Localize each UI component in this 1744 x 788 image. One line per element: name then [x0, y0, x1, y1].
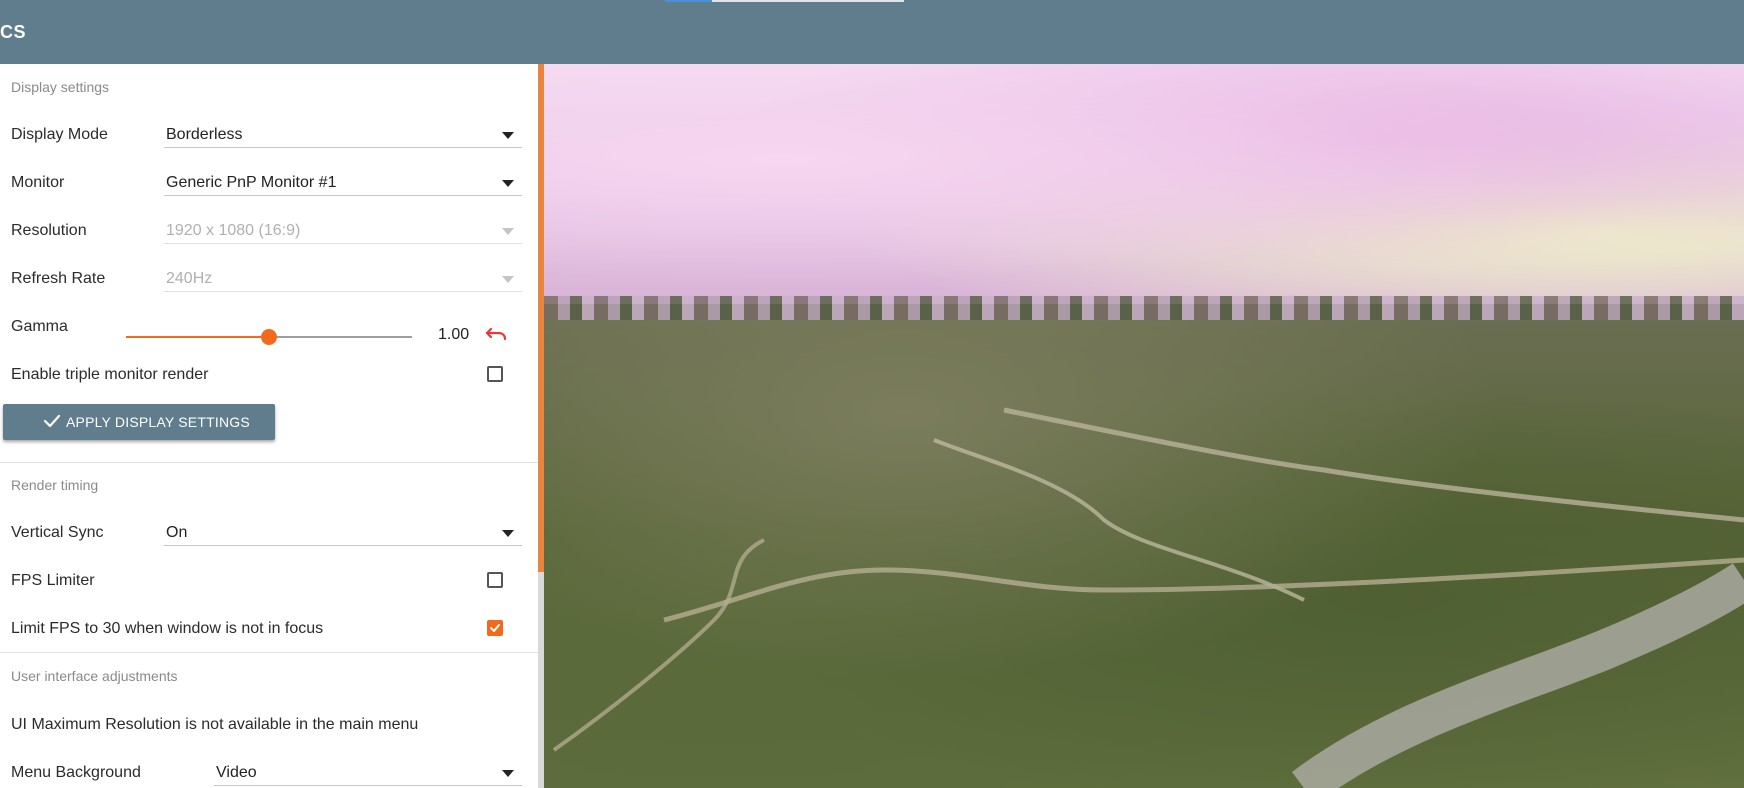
apply-display-settings-button[interactable]: APPLY DISPLAY SETTINGS: [3, 404, 275, 440]
preview-roads: [552, 407, 1744, 788]
section-divider: [0, 462, 538, 463]
apply-button-label: APPLY DISPLAY SETTINGS: [66, 414, 250, 430]
chevron-down-icon: [502, 530, 514, 537]
refresh-rate-value: 240Hz: [166, 270, 213, 287]
section-title-render-timing: Render timing: [11, 477, 99, 493]
game-preview: [544, 64, 1744, 788]
section-title-ui-adjustments: User interface adjustments: [11, 668, 178, 684]
chevron-down-icon: [502, 276, 514, 283]
monitor-select[interactable]: Generic PnP Monitor #1: [164, 170, 522, 196]
display-mode-value: Borderless: [166, 126, 243, 143]
limit-fps-unfocused-checkbox[interactable]: [487, 620, 503, 636]
vertical-sync-label: Vertical Sync: [11, 524, 104, 541]
refresh-rate-label: Refresh Rate: [11, 270, 106, 287]
display-mode-label: Display Mode: [11, 126, 108, 143]
triple-monitor-checkbox[interactable]: [487, 366, 503, 382]
ui-max-resolution-note: UI Maximum Resolution is not available i…: [11, 716, 419, 733]
resolution-value: 1920 x 1080 (16:9): [166, 222, 301, 239]
chevron-down-icon: [502, 132, 514, 139]
undo-icon[interactable]: [484, 321, 508, 345]
chevron-down-icon: [502, 180, 514, 187]
settings-panel: Display settings Display Mode Borderless…: [0, 64, 538, 788]
tab-indicator-track: [712, 0, 904, 2]
limit-fps-unfocused-label: Limit FPS to 30 when window is not in fo…: [11, 620, 324, 637]
vertical-sync-select[interactable]: On: [164, 520, 522, 546]
gamma-slider-thumb[interactable]: [261, 329, 277, 345]
section-divider: [0, 652, 538, 653]
triple-monitor-label: Enable triple monitor render: [11, 366, 209, 383]
menu-background-select[interactable]: Video: [214, 760, 522, 786]
resolution-select: 1920 x 1080 (16:9): [164, 218, 522, 244]
window-title: CS: [0, 22, 27, 42]
fps-limiter-checkbox[interactable]: [487, 572, 503, 588]
gamma-slider[interactable]: [126, 325, 412, 349]
refresh-rate-select: 240Hz: [164, 266, 522, 292]
resolution-label: Resolution: [11, 222, 87, 239]
menu-background-value: Video: [216, 764, 257, 781]
preview-glitch-band: [544, 296, 1744, 320]
monitor-value: Generic PnP Monitor #1: [166, 174, 337, 191]
gamma-label: Gamma: [11, 318, 68, 335]
section-title-display: Display settings: [11, 79, 110, 95]
chevron-down-icon: [502, 228, 514, 235]
tab-indicator: [665, 0, 712, 2]
gamma-value: 1.00: [438, 326, 470, 343]
monitor-label: Monitor: [11, 174, 65, 191]
preview-sky: [544, 64, 1744, 304]
checkmark-icon: [43, 413, 61, 432]
fps-limiter-label: FPS Limiter: [11, 572, 95, 589]
vertical-sync-value: On: [166, 524, 188, 541]
gamma-slider-fill: [126, 336, 269, 338]
display-mode-select[interactable]: Borderless: [164, 122, 522, 148]
menu-background-label: Menu Background: [11, 764, 141, 781]
chevron-down-icon: [502, 770, 514, 777]
title-bar: CS: [0, 0, 1744, 64]
